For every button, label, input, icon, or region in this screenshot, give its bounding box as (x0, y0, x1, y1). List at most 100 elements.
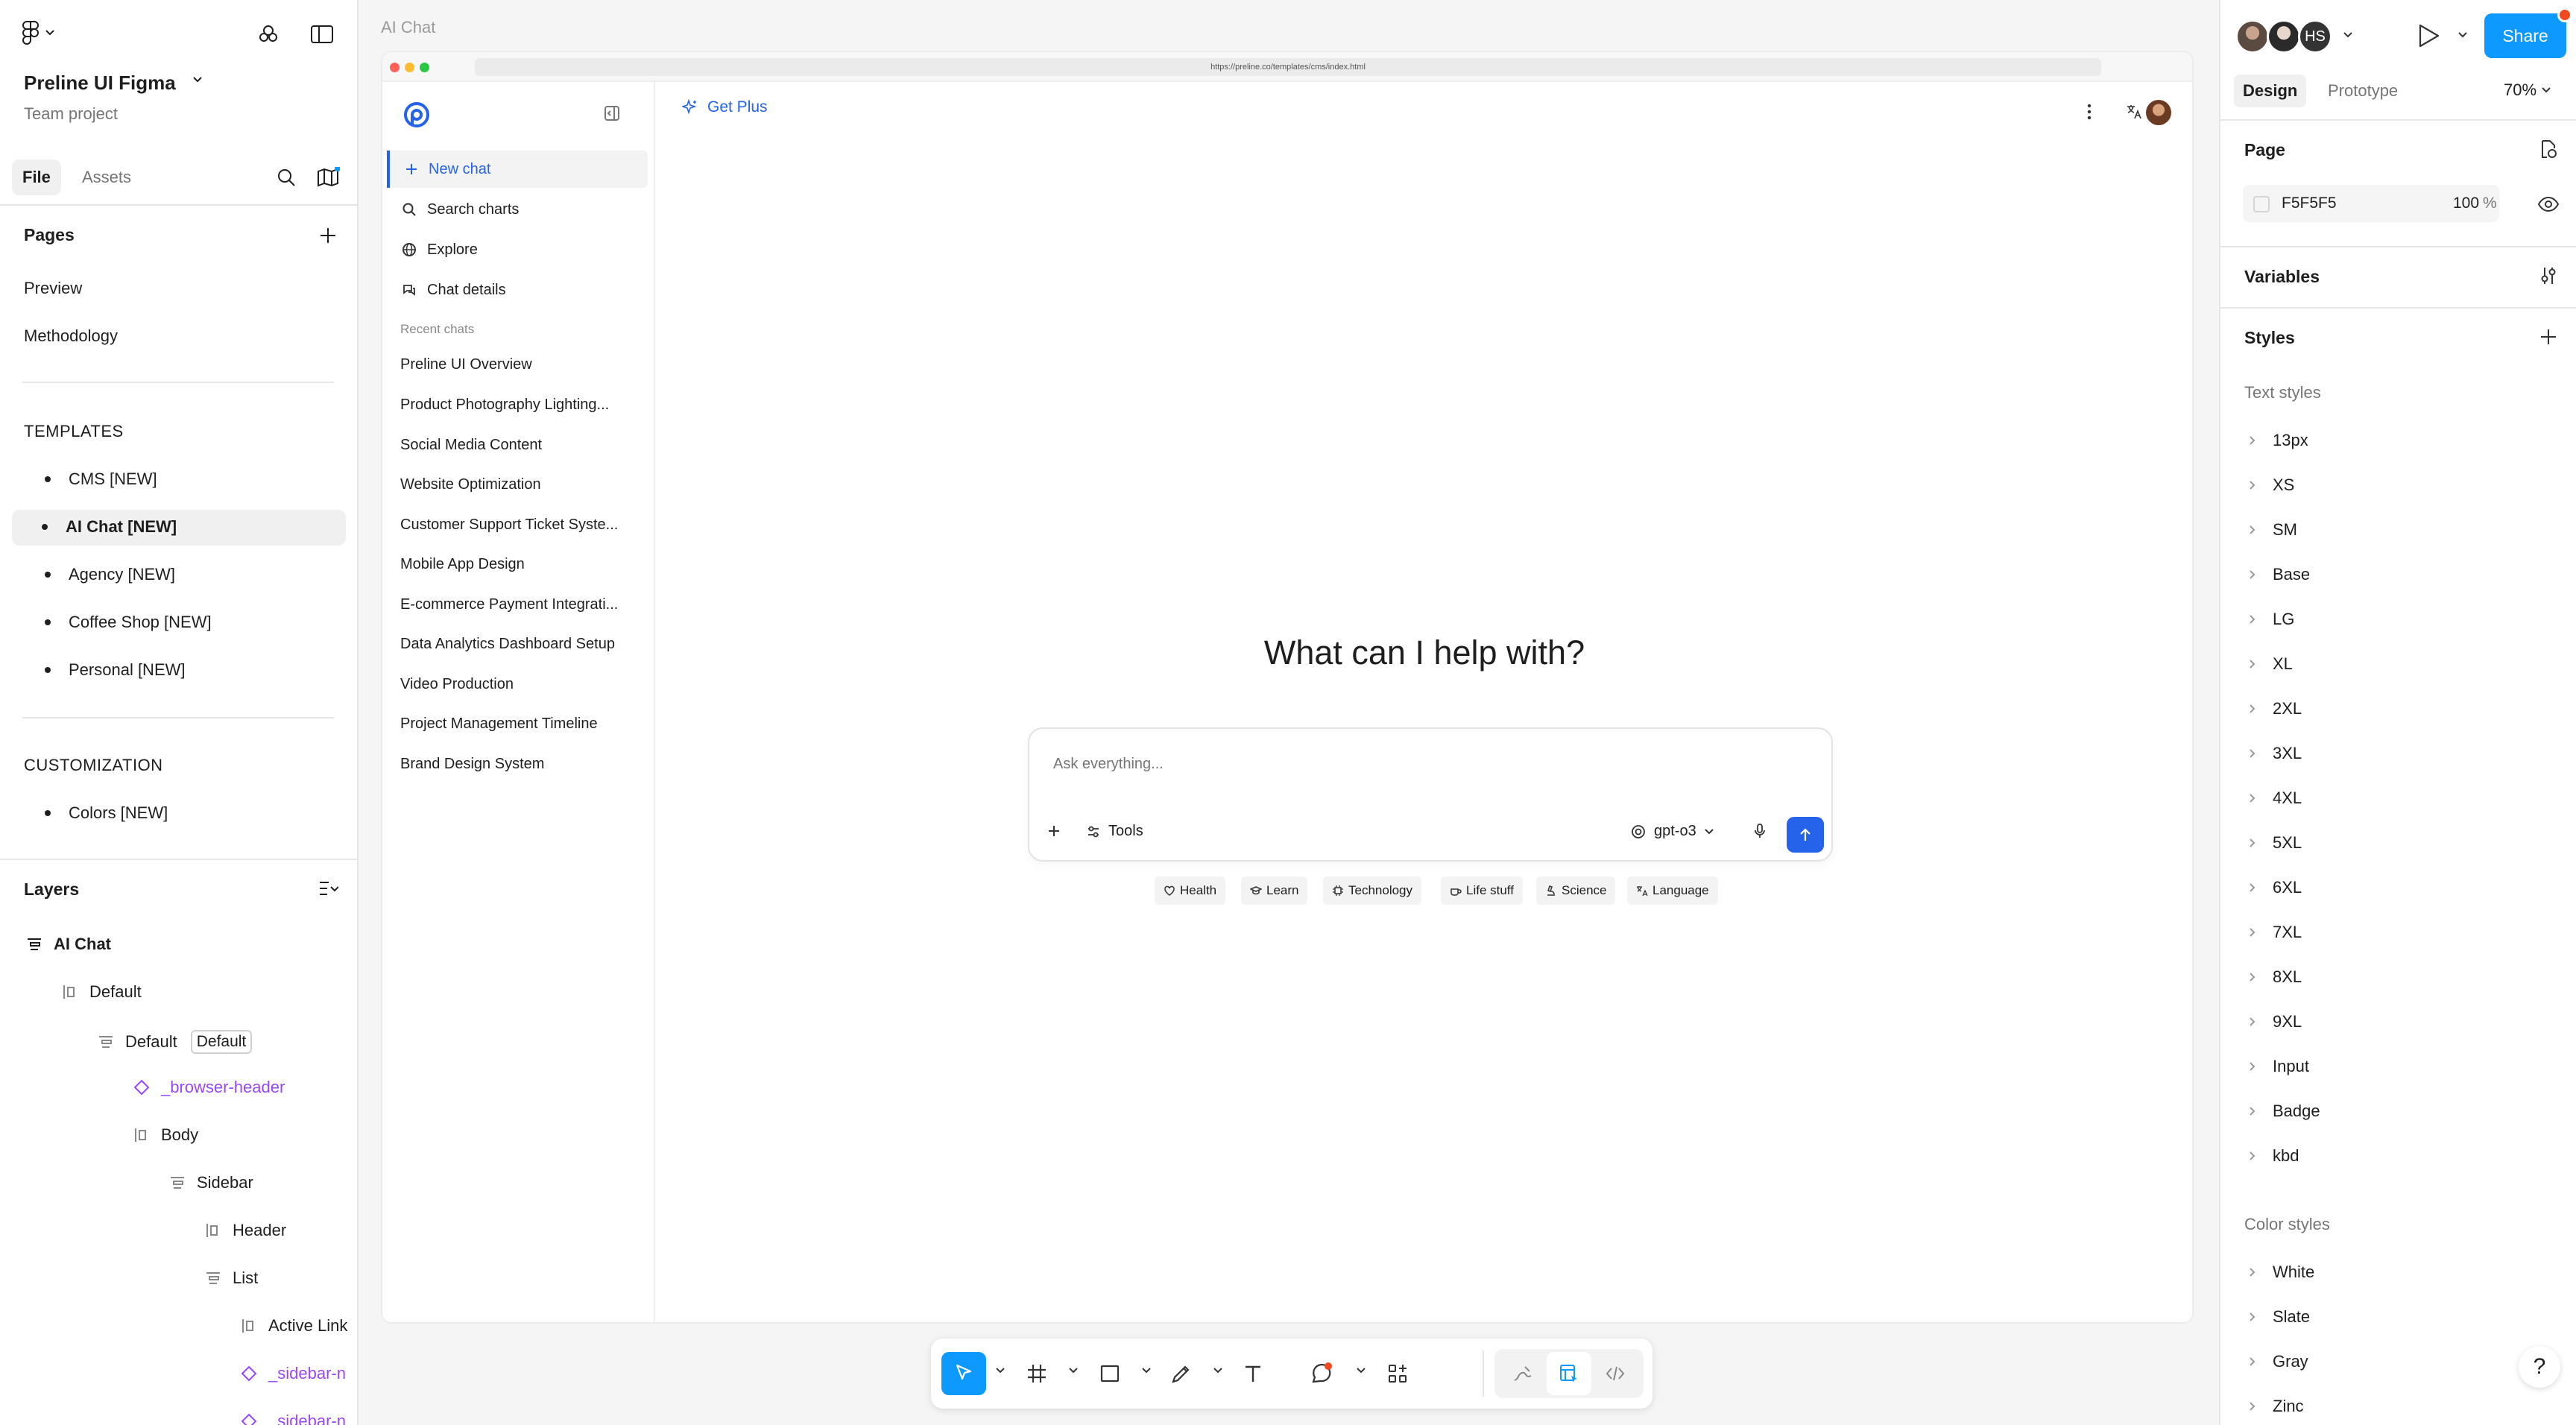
templates-heading[interactable]: TEMPLATES (24, 422, 124, 441)
text-style-item[interactable]: XL (2249, 654, 2293, 674)
tab-file[interactable]: File (12, 159, 61, 195)
page-item-personal[interactable]: Personal [NEW] (45, 660, 186, 680)
recent-chat-item[interactable]: Website Optimization (400, 476, 646, 493)
model-select[interactable]: gpt-o3 (1630, 823, 1714, 840)
collapse-layers-icon[interactable] (313, 873, 343, 903)
move-tool[interactable] (941, 1352, 986, 1395)
chip-science[interactable]: Science (1536, 876, 1616, 905)
color-swatch[interactable] (2253, 196, 2270, 212)
layer-ai-chat[interactable]: AI Chat (25, 935, 111, 954)
layer-sidebar[interactable]: Sidebar (168, 1173, 253, 1192)
chip-health[interactable]: Health (1155, 876, 1226, 905)
text-style-item[interactable]: Input (2249, 1057, 2309, 1076)
library-icon[interactable] (313, 162, 343, 192)
nav-new-chat[interactable]: New chat (387, 151, 648, 188)
chevron-down-icon[interactable] (2343, 31, 2353, 39)
text-style-item[interactable]: 9XL (2249, 1012, 2302, 1031)
chevron-down-icon[interactable] (1068, 1367, 1079, 1374)
recent-chat-item[interactable]: Preline UI Overview (400, 356, 646, 373)
comment-tool[interactable] (1299, 1352, 1344, 1395)
recent-chat-item[interactable]: Project Management Timeline (400, 715, 646, 733)
search-icon[interactable] (271, 162, 301, 192)
more-vertical-icon[interactable] (2076, 98, 2103, 125)
microphone-button[interactable] (1752, 823, 1767, 839)
collaborator-avatar[interactable] (2235, 19, 2270, 54)
design-mode[interactable] (1547, 1352, 1591, 1395)
add-page-icon[interactable] (313, 221, 343, 250)
canvas[interactable]: AI Chat https://preline.co/templates/cms… (359, 0, 2219, 1425)
color-style-item[interactable]: White (2249, 1263, 2314, 1282)
sidebar-collapse-icon[interactable] (603, 104, 621, 122)
main-menu-button[interactable] (22, 21, 55, 45)
chevron-down-icon[interactable] (2457, 31, 2468, 39)
layer-list[interactable]: List (204, 1268, 258, 1288)
chevron-down-icon[interactable] (995, 1367, 1006, 1374)
text-tool[interactable] (1231, 1352, 1275, 1395)
text-style-item[interactable]: 6XL (2249, 878, 2302, 897)
color-style-item[interactable]: Slate (2249, 1307, 2310, 1327)
dev-mode[interactable] (1593, 1352, 1638, 1395)
layer-default[interactable]: Default (61, 982, 142, 1002)
text-style-item[interactable]: SM (2249, 520, 2297, 540)
shape-tool[interactable] (1087, 1352, 1132, 1395)
text-style-item[interactable]: kbd (2249, 1146, 2299, 1166)
actions-tool[interactable] (1375, 1352, 1420, 1395)
page-item-colors[interactable]: Colors [NEW] (45, 803, 168, 823)
play-icon[interactable] (2416, 22, 2441, 49)
share-button[interactable]: Share (2484, 13, 2566, 58)
help-button[interactable]: ? (2519, 1346, 2560, 1388)
zoom-select[interactable]: 70% (2504, 80, 2551, 100)
layer-body[interactable]: Body (133, 1125, 198, 1145)
page-color-field[interactable]: F5F5F5 100 % (2243, 185, 2499, 222)
text-style-item[interactable]: Badge (2249, 1102, 2320, 1121)
page-item-cms[interactable]: CMS [NEW] (45, 470, 157, 489)
text-style-item[interactable]: LG (2249, 610, 2294, 629)
tab-prototype[interactable]: Prototype (2319, 75, 2407, 107)
eye-icon[interactable] (2535, 191, 2562, 218)
recent-chat-item[interactable]: Mobile App Design (400, 556, 646, 573)
page-item-methodology[interactable]: Methodology (24, 326, 118, 346)
chevron-down-icon[interactable] (1356, 1367, 1366, 1374)
layer-header[interactable]: Header (204, 1221, 286, 1240)
frame-label[interactable]: AI Chat (381, 18, 435, 37)
add-style-icon[interactable] (2535, 323, 2562, 350)
nav-search-charts[interactable]: Search charts (387, 191, 648, 228)
text-style-item[interactable]: 2XL (2249, 699, 2302, 718)
project-name[interactable]: Preline UI Figma (24, 72, 176, 95)
page-color-hex[interactable]: F5F5F5 (2282, 195, 2337, 212)
layer-active-link[interactable]: Active Link (240, 1316, 347, 1336)
text-style-item[interactable]: 3XL (2249, 744, 2302, 763)
send-button[interactable] (1787, 817, 1824, 853)
page-opacity[interactable]: 100 (2453, 195, 2479, 212)
collaborator-avatar[interactable] (2267, 19, 2301, 54)
text-style-item[interactable]: 7XL (2249, 923, 2302, 942)
chip-life-stuff[interactable]: Life stuff (1441, 876, 1523, 905)
customization-heading[interactable]: CUSTOMIZATION (24, 756, 163, 775)
chip-learn[interactable]: Learn (1241, 876, 1308, 905)
text-style-item[interactable]: 4XL (2249, 789, 2302, 808)
variables-icon[interactable] (2535, 262, 2562, 289)
frame-tool[interactable] (1014, 1352, 1059, 1395)
plugins-icon[interactable] (253, 19, 283, 49)
recent-chat-item[interactable]: Product Photography Lighting... (400, 396, 646, 414)
recent-chat-item[interactable]: Brand Design System (400, 756, 646, 773)
recent-chat-item[interactable]: Video Production (400, 676, 646, 693)
chevron-down-icon[interactable] (1213, 1367, 1223, 1374)
chevron-down-icon[interactable] (192, 76, 203, 83)
export-page-icon[interactable] (2535, 136, 2562, 162)
text-style-item[interactable]: 8XL (2249, 967, 2302, 987)
color-style-item[interactable]: Gray (2249, 1352, 2308, 1371)
tab-assets[interactable]: Assets (72, 159, 142, 195)
recent-chat-item[interactable]: E-commerce Payment Integrati... (400, 596, 646, 613)
chip-language[interactable]: Language (1627, 876, 1718, 905)
nav-chat-details[interactable]: Chat details (387, 271, 648, 309)
layer-sidebar-nav[interactable]: _sidebar-n (240, 1364, 346, 1383)
color-style-item[interactable]: Zinc (2249, 1397, 2304, 1416)
chip-technology[interactable]: Technology (1323, 876, 1422, 905)
toggle-sidebar-icon[interactable] (307, 19, 337, 49)
recent-chat-item[interactable]: Social Media Content (400, 437, 646, 454)
tools-button[interactable]: Tools (1086, 823, 1143, 840)
page-item-ai-chat[interactable]: AI Chat [NEW] (42, 517, 177, 537)
text-style-item[interactable]: 5XL (2249, 833, 2302, 853)
recent-chat-item[interactable]: Data Analytics Dashboard Setup (400, 636, 646, 653)
